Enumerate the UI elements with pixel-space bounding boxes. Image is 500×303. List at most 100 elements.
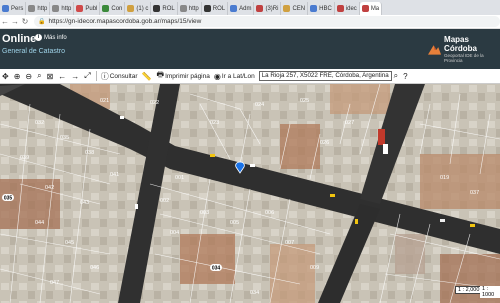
browser-tab-strip: Pers http http Publ Con (1) c ROL http ROL Adm (3)… [0, 0, 500, 15]
parcel-label: 026 [320, 140, 329, 146]
reload-icon[interactable]: ↻ [20, 17, 30, 26]
forward-icon[interactable]: → [10, 17, 20, 26]
tab-label: idec [345, 5, 357, 12]
parcel-label: 037 [470, 190, 479, 196]
previous-extent-icon[interactable]: ← [56, 72, 69, 81]
tab-favicon-icon [361, 5, 369, 12]
browser-tab[interactable]: Adm [228, 2, 255, 15]
mountain-logo-icon [428, 45, 442, 55]
url-text: https://gn-idecor.mapascordoba.gob.ar/ma… [48, 18, 202, 25]
parcel-label: 042 [45, 185, 54, 191]
browser-tab[interactable]: http [50, 2, 75, 15]
browser-tab[interactable]: Publ [74, 2, 101, 15]
info-circle-icon: ⓘ [100, 71, 109, 81]
zoom-out-icon[interactable]: ⊖ [23, 72, 35, 81]
parcel-label: 041 [110, 172, 119, 178]
search-icon[interactable]: ⌕ [392, 71, 401, 81]
tab-label: Ma [370, 5, 380, 12]
parcel-label: 019 [440, 175, 449, 181]
browser-tab[interactable]: ROL [202, 2, 229, 15]
pan-icon[interactable]: ✥ [0, 72, 12, 81]
measure-icon[interactable]: 📏 [140, 72, 155, 81]
info-icon: i [35, 34, 42, 41]
parcel-label: 024 [255, 102, 264, 108]
tab-label: ROL [162, 5, 175, 12]
printer-icon: 🖶 [156, 70, 165, 79]
ir-lat-lon-label: Ir a Lat/Lon [221, 72, 255, 80]
tab-label: HBC [319, 5, 332, 12]
parcel-label: 006 [265, 210, 274, 216]
parcel-label: 038 [85, 150, 94, 156]
brand-logo: Mapas Córdoba Geoportal IDE de la Provin… [428, 35, 500, 63]
browser-tab[interactable]: Pers [0, 2, 27, 15]
parcel-label: 003 [200, 210, 209, 216]
info-button[interactable]: i Más info [35, 34, 67, 41]
browser-address-bar: ← → ↻ 🔒 https://gn-idecor.mapascordoba.g… [0, 15, 500, 29]
parcel-label: 009 [310, 265, 319, 271]
zoom-box-icon[interactable]: ⌕ [35, 71, 44, 81]
browser-tab[interactable]: (3)Ri [254, 2, 282, 15]
tab-label: Con [111, 5, 123, 12]
consultar-button[interactable]: ⓘ Consultar [99, 71, 140, 82]
browser-tab[interactable]: HBC [308, 2, 335, 15]
browser-tab[interactable]: (1) c [125, 2, 152, 15]
tab-label: ROL [212, 5, 226, 12]
app-subtitle: General de Catastro [2, 48, 66, 55]
tab-favicon-icon [179, 5, 187, 12]
tab-label: http [188, 5, 199, 12]
imprimir-button[interactable]: 🖶 Imprimir página [155, 69, 212, 83]
browser-tab[interactable]: http [178, 2, 202, 15]
toolbar-divider [95, 71, 97, 81]
back-icon[interactable]: ← [0, 17, 10, 26]
parcel-label: 035 [60, 135, 69, 141]
parcel-label: 001 [175, 175, 184, 181]
help-icon[interactable]: ? [401, 72, 410, 81]
browser-tab[interactable]: CEN [281, 2, 309, 15]
badge-034: 034 [212, 266, 221, 272]
browser-tab[interactable]: Ma [359, 2, 383, 15]
parcel-label: 047 [50, 280, 59, 286]
parcel-label: 021 [100, 98, 109, 104]
browser-tab[interactable]: idec [335, 2, 360, 15]
tab-favicon-icon [127, 5, 135, 12]
address-search-field[interactable]: La Rioja 257, X5022 FRE, Córdoba, Argent… [258, 71, 392, 81]
browser-tab[interactable]: http [26, 2, 51, 15]
parcel-label: 007 [285, 240, 294, 246]
fullscreen-icon[interactable]: ⤢ [82, 71, 93, 81]
parcel-label: 022 [150, 100, 159, 106]
tab-label: (3)Ri [265, 5, 279, 12]
tab-favicon-icon [310, 5, 318, 12]
tab-label: Pers [11, 5, 24, 12]
tab-label: (1) c [136, 5, 149, 12]
tab-favicon-icon [203, 5, 211, 12]
satellite-imagery[interactable]: 021 022 023 024 025 026 027 032 035 038 039 041 042 0… [0, 84, 500, 303]
globe-icon: ◉ [213, 71, 221, 81]
tab-favicon-icon [102, 5, 110, 12]
tab-label: Publ [85, 5, 98, 12]
parcel-label: 034 [250, 290, 259, 296]
parcel-label: 005 [230, 220, 239, 226]
tab-label: CEN [292, 5, 306, 12]
parcel-label: 046 [90, 265, 99, 271]
parcel-label: 043 [80, 200, 89, 206]
map-toolbar: ✥ ⊕ ⊖ ⌕ ⊠ ← → ⤢ ⓘ Consultar 📏 🖶 Imprimir… [0, 69, 500, 84]
map-canvas[interactable]: 021 022 023 024 025 026 027 032 035 038 039 041 042 0… [0, 84, 500, 303]
ir-lat-lon-button[interactable]: ◉ Ir a Lat/Lon [212, 72, 257, 81]
tab-label: Adm [239, 5, 252, 12]
imprimir-label: Imprimir página [165, 72, 210, 80]
parcel-label: 032 [35, 120, 44, 126]
url-field[interactable]: 🔒 https://gn-idecor.mapascordoba.gob.ar/… [34, 16, 500, 27]
tab-label: http [37, 5, 48, 12]
zoom-in-icon[interactable]: ⊕ [12, 72, 24, 81]
parcel-label: 002 [160, 198, 169, 204]
next-extent-icon[interactable]: → [69, 72, 82, 81]
parcel-label: 045 [65, 240, 74, 246]
app-title: Online [2, 33, 37, 45]
parcel-label: 027 [345, 120, 354, 126]
browser-tab[interactable]: Con [100, 2, 126, 15]
parcel-label: 023 [210, 120, 219, 126]
browser-tab[interactable]: ROL [151, 2, 178, 15]
parcel-label: 025 [300, 98, 309, 104]
zoom-full-icon[interactable]: ⊠ [45, 72, 57, 81]
tab-favicon-icon [230, 5, 238, 12]
